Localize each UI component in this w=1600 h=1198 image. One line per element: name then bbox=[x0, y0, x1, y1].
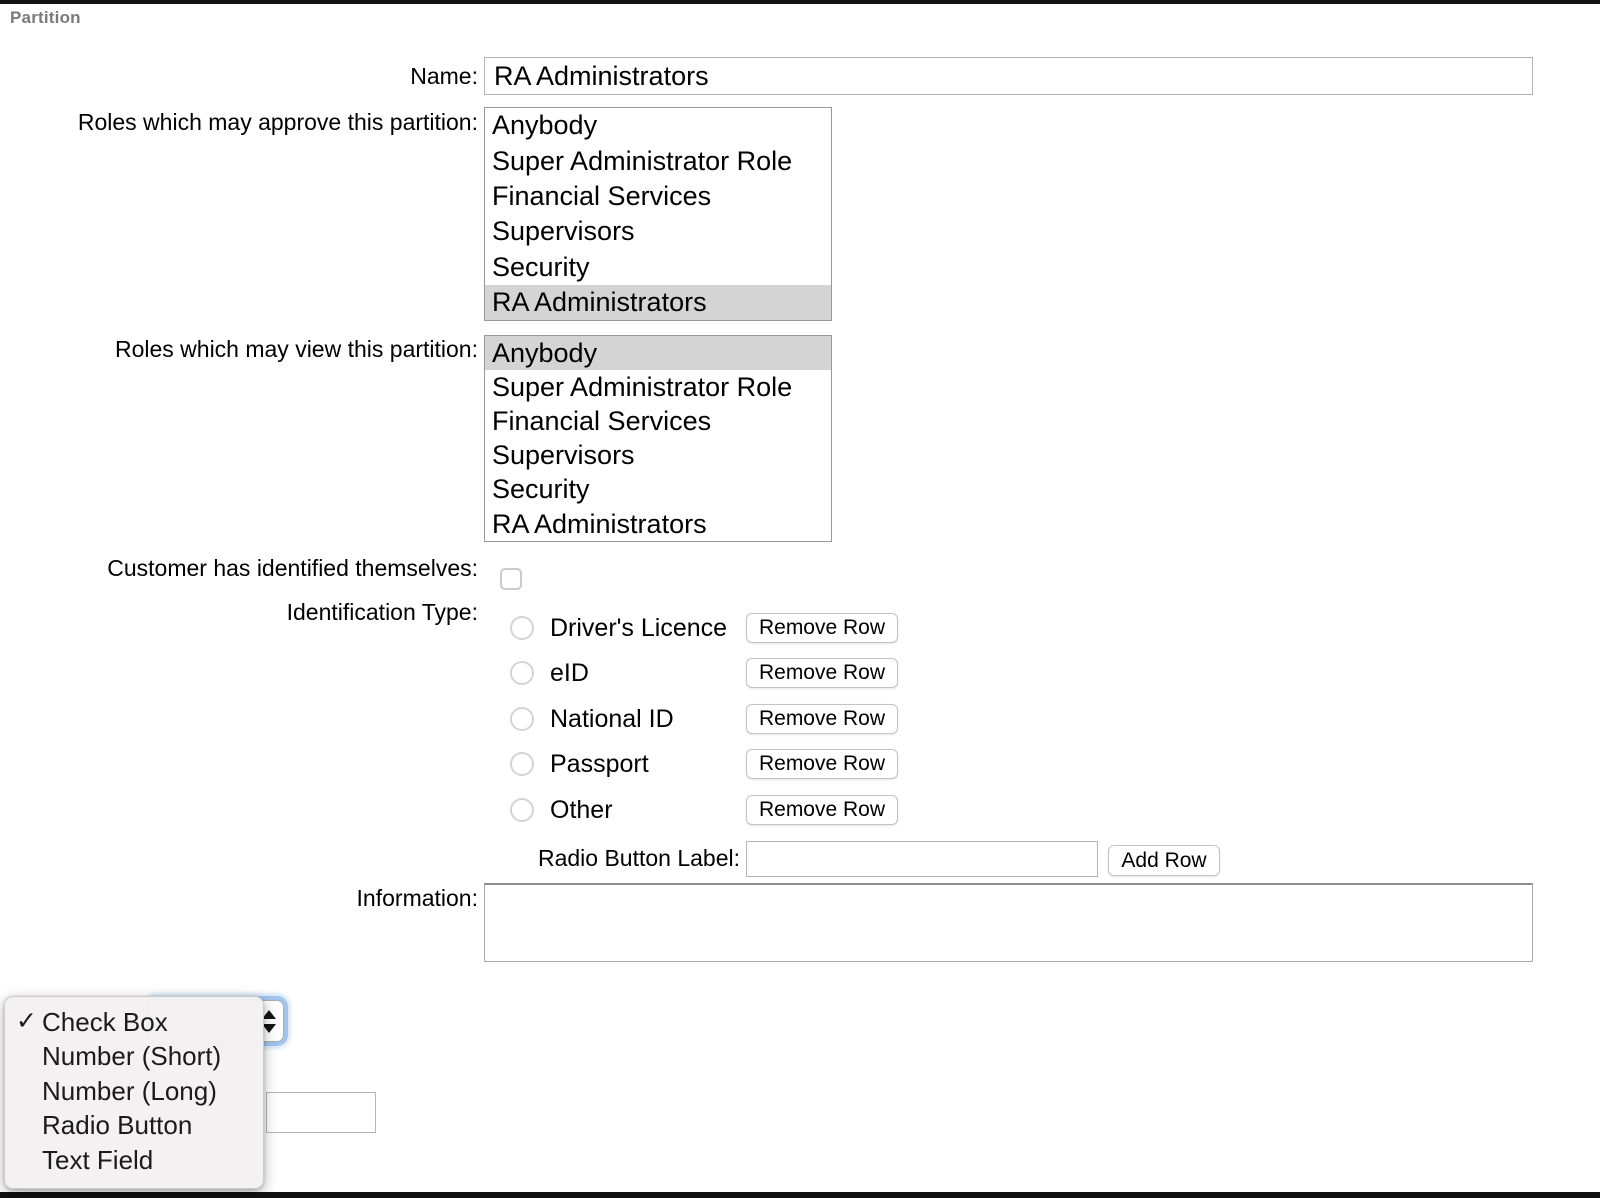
add-row-button[interactable]: Add Row bbox=[1108, 845, 1220, 876]
information-label: Information: bbox=[0, 885, 478, 912]
radio-button-icon[interactable] bbox=[510, 661, 534, 685]
identification-option-label: eID bbox=[550, 659, 589, 688]
identification-option-label: Other bbox=[550, 796, 613, 825]
radio-button-label-input[interactable] bbox=[746, 841, 1098, 877]
top-border bbox=[0, 0, 1600, 4]
view-option[interactable]: Security bbox=[485, 473, 831, 507]
menu-item-label: Text Field bbox=[42, 1145, 153, 1176]
menu-item-number-short[interactable]: Number (Short) bbox=[5, 1040, 263, 1075]
identification-option-label: National ID bbox=[550, 705, 674, 734]
menu-item-label: Radio Button bbox=[42, 1110, 192, 1141]
remove-row-button[interactable]: Remove Row bbox=[746, 795, 898, 825]
customer-identified-checkbox[interactable] bbox=[500, 568, 522, 590]
menu-item-check-box[interactable]: ✓ Check Box bbox=[5, 1005, 263, 1040]
approve-option[interactable]: Financial Services bbox=[485, 179, 831, 214]
approve-roles-listbox[interactable]: Anybody Super Administrator Role Financi… bbox=[484, 107, 832, 321]
name-input[interactable]: RA Administrators bbox=[484, 57, 1533, 95]
customer-identified-label: Customer has identified themselves: bbox=[0, 555, 478, 582]
approve-option[interactable]: Supervisors bbox=[485, 214, 831, 249]
identification-option-label: Passport bbox=[550, 750, 649, 779]
bottom-border bbox=[0, 1192, 1600, 1198]
radio-button-icon[interactable] bbox=[510, 707, 534, 731]
identification-type-label: Identification Type: bbox=[0, 599, 478, 626]
approve-option[interactable]: Super Administrator Role bbox=[485, 143, 831, 178]
approve-option[interactable]: Anybody bbox=[485, 108, 831, 143]
identification-option-label: Driver's Licence bbox=[550, 614, 727, 643]
view-roles-listbox[interactable]: Anybody Super Administrator Role Financi… bbox=[484, 335, 832, 542]
radio-button-icon[interactable] bbox=[510, 752, 534, 776]
view-roles-label: Roles which may view this partition: bbox=[0, 336, 478, 363]
approve-roles-label: Roles which may approve this partition: bbox=[0, 109, 478, 136]
view-option[interactable]: Super Administrator Role bbox=[485, 370, 831, 404]
identification-row: Passport Remove Row bbox=[510, 748, 930, 780]
field-label-input[interactable] bbox=[266, 1092, 376, 1133]
identification-row: National ID Remove Row bbox=[510, 703, 930, 735]
section-title: Partition bbox=[10, 8, 81, 28]
checkmark-icon: ✓ bbox=[16, 1006, 37, 1036]
remove-row-button[interactable]: Remove Row bbox=[746, 613, 898, 643]
remove-row-button[interactable]: Remove Row bbox=[746, 704, 898, 734]
view-option[interactable]: Financial Services bbox=[485, 404, 831, 438]
remove-row-button[interactable]: Remove Row bbox=[746, 749, 898, 779]
identification-row: eID Remove Row bbox=[510, 657, 930, 689]
chevron-down-icon bbox=[262, 1024, 276, 1033]
field-type-dropdown-menu: ✓ Check Box Number (Short) Number (Long)… bbox=[4, 996, 264, 1189]
identification-row: Driver's Licence Remove Row bbox=[510, 612, 930, 644]
radio-button-icon[interactable] bbox=[510, 616, 534, 640]
radio-button-label-label: Radio Button Label: bbox=[0, 845, 740, 872]
menu-item-text-field[interactable]: Text Field bbox=[5, 1143, 263, 1178]
view-option-selected[interactable]: Anybody bbox=[485, 336, 831, 370]
name-label: Name: bbox=[0, 57, 478, 95]
view-option[interactable]: Supervisors bbox=[485, 439, 831, 473]
view-option[interactable]: RA Administrators bbox=[485, 507, 831, 541]
menu-item-number-long[interactable]: Number (Long) bbox=[5, 1074, 263, 1109]
information-textarea[interactable] bbox=[484, 883, 1533, 962]
radio-button-icon[interactable] bbox=[510, 798, 534, 822]
menu-item-label: Check Box bbox=[42, 1007, 168, 1038]
identification-row: Other Remove Row bbox=[510, 794, 930, 826]
menu-item-label: Number (Long) bbox=[42, 1076, 217, 1107]
remove-row-button[interactable]: Remove Row bbox=[746, 658, 898, 688]
select-stepper-icon bbox=[262, 1001, 276, 1041]
chevron-up-icon bbox=[262, 1010, 276, 1019]
approve-option[interactable]: Security bbox=[485, 250, 831, 285]
approve-option-selected[interactable]: RA Administrators bbox=[485, 285, 831, 320]
menu-item-label: Number (Short) bbox=[42, 1041, 221, 1072]
menu-item-radio-button[interactable]: Radio Button bbox=[5, 1109, 263, 1144]
